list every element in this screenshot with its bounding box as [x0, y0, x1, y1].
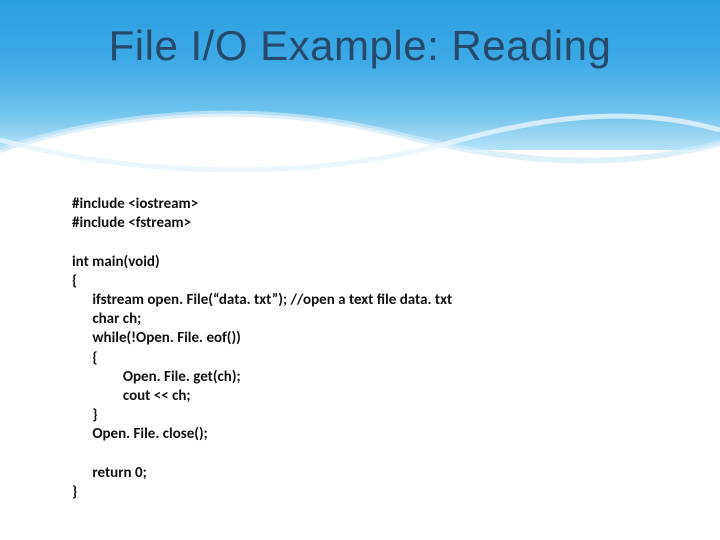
- code-line: cout << ch;: [72, 387, 191, 405]
- slide: File I/O Example: Reading #include <iost…: [0, 0, 720, 540]
- code-line: while(!Open. File. eof()): [72, 329, 241, 347]
- code-block: #include <iostream> #include <fstream> i…: [72, 195, 452, 502]
- code-line: #include <fstream>: [72, 214, 191, 232]
- code-line: {: [72, 272, 77, 290]
- code-line: char ch;: [72, 310, 141, 328]
- code-line: ifstream open. File(“data. txt”); //open…: [72, 291, 452, 309]
- code-line: return 0;: [72, 464, 147, 482]
- code-line: int main(void): [72, 253, 160, 271]
- slide-title: File I/O Example: Reading: [0, 22, 720, 70]
- code-line: Open. File. close();: [72, 425, 208, 443]
- code-line: {: [72, 349, 98, 367]
- code-line: #include <iostream>: [72, 195, 198, 213]
- wave-decoration: [0, 95, 720, 185]
- code-line: Open. File. get(ch);: [72, 368, 241, 386]
- code-line: }: [72, 406, 98, 424]
- code-line: }: [72, 483, 77, 501]
